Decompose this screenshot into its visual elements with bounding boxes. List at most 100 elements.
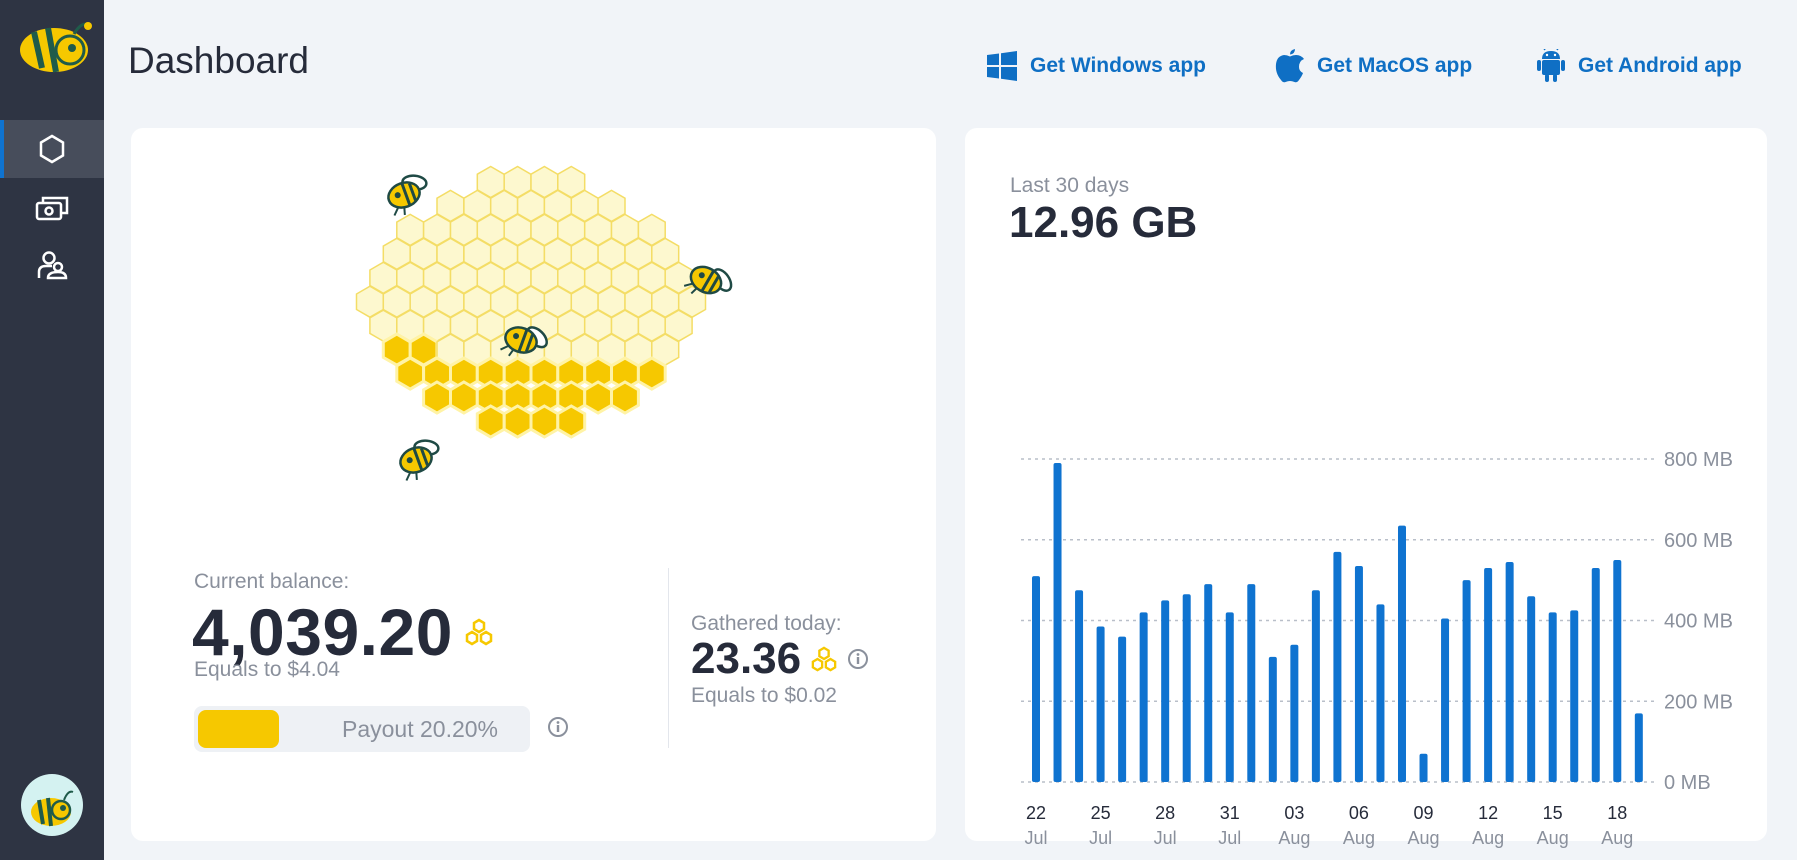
chart-bar[interactable] [1591,568,1600,782]
x-tick-day: 22 [1026,803,1046,823]
chart-bar[interactable] [1053,463,1062,782]
y-tick-label: 800 MB [1664,449,1733,471]
current-balance-label: Current balance: [194,570,350,593]
chart-bar[interactable] [1462,580,1471,782]
chart-bar[interactable] [1527,596,1536,782]
chart-bar[interactable] [1290,644,1299,782]
x-tick-month: Aug [1537,828,1569,848]
honeycomb-cell-filled [422,380,452,415]
get-macos-app-label: Get MacOS app [1317,54,1473,77]
users-icon [37,251,68,280]
chart-bar[interactable] [1613,559,1622,782]
x-tick-day: 12 [1478,803,1498,823]
x-tick-day: 28 [1155,803,1175,823]
chart-bar[interactable] [1354,565,1363,782]
chart-bar[interactable] [1484,568,1493,782]
bee-icon [399,439,440,481]
x-tick-month: Aug [1472,828,1504,848]
balance-card: Current balance: 4,039.20 Equals to $4.0… [131,128,936,841]
honeycomb-cell-filled [395,356,426,391]
chart-bar[interactable] [1182,594,1191,782]
chart-bar[interactable] [1118,636,1127,782]
x-tick-day: 06 [1349,803,1369,823]
get-windows-app-label: Get Windows app [1030,54,1206,77]
windows-icon [987,51,1017,81]
chart-bar[interactable] [1397,525,1406,782]
chart-bar[interactable] [1333,551,1342,782]
chart-bar[interactable] [1161,600,1170,782]
avatar[interactable] [21,774,83,836]
chart-bar[interactable] [1032,576,1040,782]
payout-info-icon[interactable] [547,716,569,738]
android-icon [1537,49,1565,82]
gathered-today-label: Gathered today: [691,612,842,635]
y-tick-label: 400 MB [1664,611,1733,633]
x-tick-month: Aug [1278,828,1310,848]
chart-bar[interactable] [1268,656,1277,782]
honeycomb-cell-filled [449,380,479,415]
traffic-total: 12.96 GB [1009,198,1198,247]
chart-bar[interactable] [1548,612,1557,782]
balance-divider [668,568,669,748]
x-tick-month: Jul [1024,828,1047,848]
chart-bar[interactable] [1634,713,1643,782]
chart-bar[interactable] [1247,584,1256,782]
bee-logo[interactable] [12,16,92,80]
chart-bar[interactable] [1096,626,1105,782]
x-tick-day: 25 [1091,803,1111,823]
gathered-today-amount: 23.36 [691,634,802,683]
y-tick-label: 200 MB [1664,691,1733,713]
payout-progress-bar: Payout 20.20% [194,706,530,752]
gathered-usd-equivalent: Equals to $0.02 [691,684,837,707]
chart-bar[interactable] [1075,590,1084,782]
chart-bar[interactable] [1311,590,1320,782]
honeycomb-coin-icon [811,646,837,672]
honeycomb-illustration [355,165,733,481]
payout-progress-label: Payout 20.20% [342,716,499,742]
chart-bar[interactable] [1419,753,1428,782]
hexagon-icon [39,134,65,164]
x-tick-day: 09 [1414,803,1434,823]
chart-bar[interactable] [1139,612,1148,782]
honeycomb-cell-filled [610,380,640,415]
x-tick-day: 18 [1607,803,1627,823]
balance-usd-equivalent: Equals to $4.04 [194,658,340,681]
honeycomb-cell-filled [502,404,533,439]
chart-bar[interactable] [1225,612,1234,782]
honeycomb-cell-filled [583,380,613,415]
gathered-today-value: 23.36 [691,634,869,684]
chart-bar[interactable] [1204,584,1213,782]
bee-icon [387,174,428,216]
x-tick-month: Aug [1408,828,1440,848]
apple-icon [1275,49,1304,83]
nav-item-earnings[interactable] [0,179,104,237]
chart-bar[interactable] [1570,610,1579,782]
x-tick-day: 15 [1543,803,1563,823]
honeycomb-cell-filled [556,404,587,439]
chart-bar[interactable] [1505,561,1514,782]
gathered-info-icon[interactable] [847,648,869,670]
x-tick-day: 31 [1220,803,1240,823]
page-title: Dashboard [128,40,310,81]
get-windows-app-link[interactable]: Get Windows app [986,46,1206,86]
x-tick-month: Aug [1343,828,1375,848]
get-macos-app-link[interactable]: Get MacOS app [1275,46,1472,86]
payout-progress-fill [198,710,279,748]
honeycomb-cell-filled [475,404,506,439]
x-tick-month: Jul [1089,828,1112,848]
x-tick-month: Aug [1601,828,1633,848]
chart-bar[interactable] [1376,604,1385,782]
chart-bar[interactable] [1441,618,1450,782]
x-tick-month: Jul [1218,828,1241,848]
get-android-app-label: Get Android app [1578,54,1742,77]
nav-item-dashboard[interactable] [0,120,104,178]
honeycomb-cell-filled [636,356,667,391]
honeycomb-coin-icon [465,618,493,646]
honeycomb-cell-filled [529,404,560,439]
nav-item-referrals[interactable] [0,236,104,294]
y-tick-label: 600 MB [1664,530,1733,552]
traffic-card: Last 30 days 12.96 GB 800 MB 600 MB 400 MB… [965,128,1767,848]
money-icon [35,196,69,221]
get-android-app-link[interactable]: Get Android app [1536,46,1742,86]
x-tick-day: 03 [1284,803,1304,823]
